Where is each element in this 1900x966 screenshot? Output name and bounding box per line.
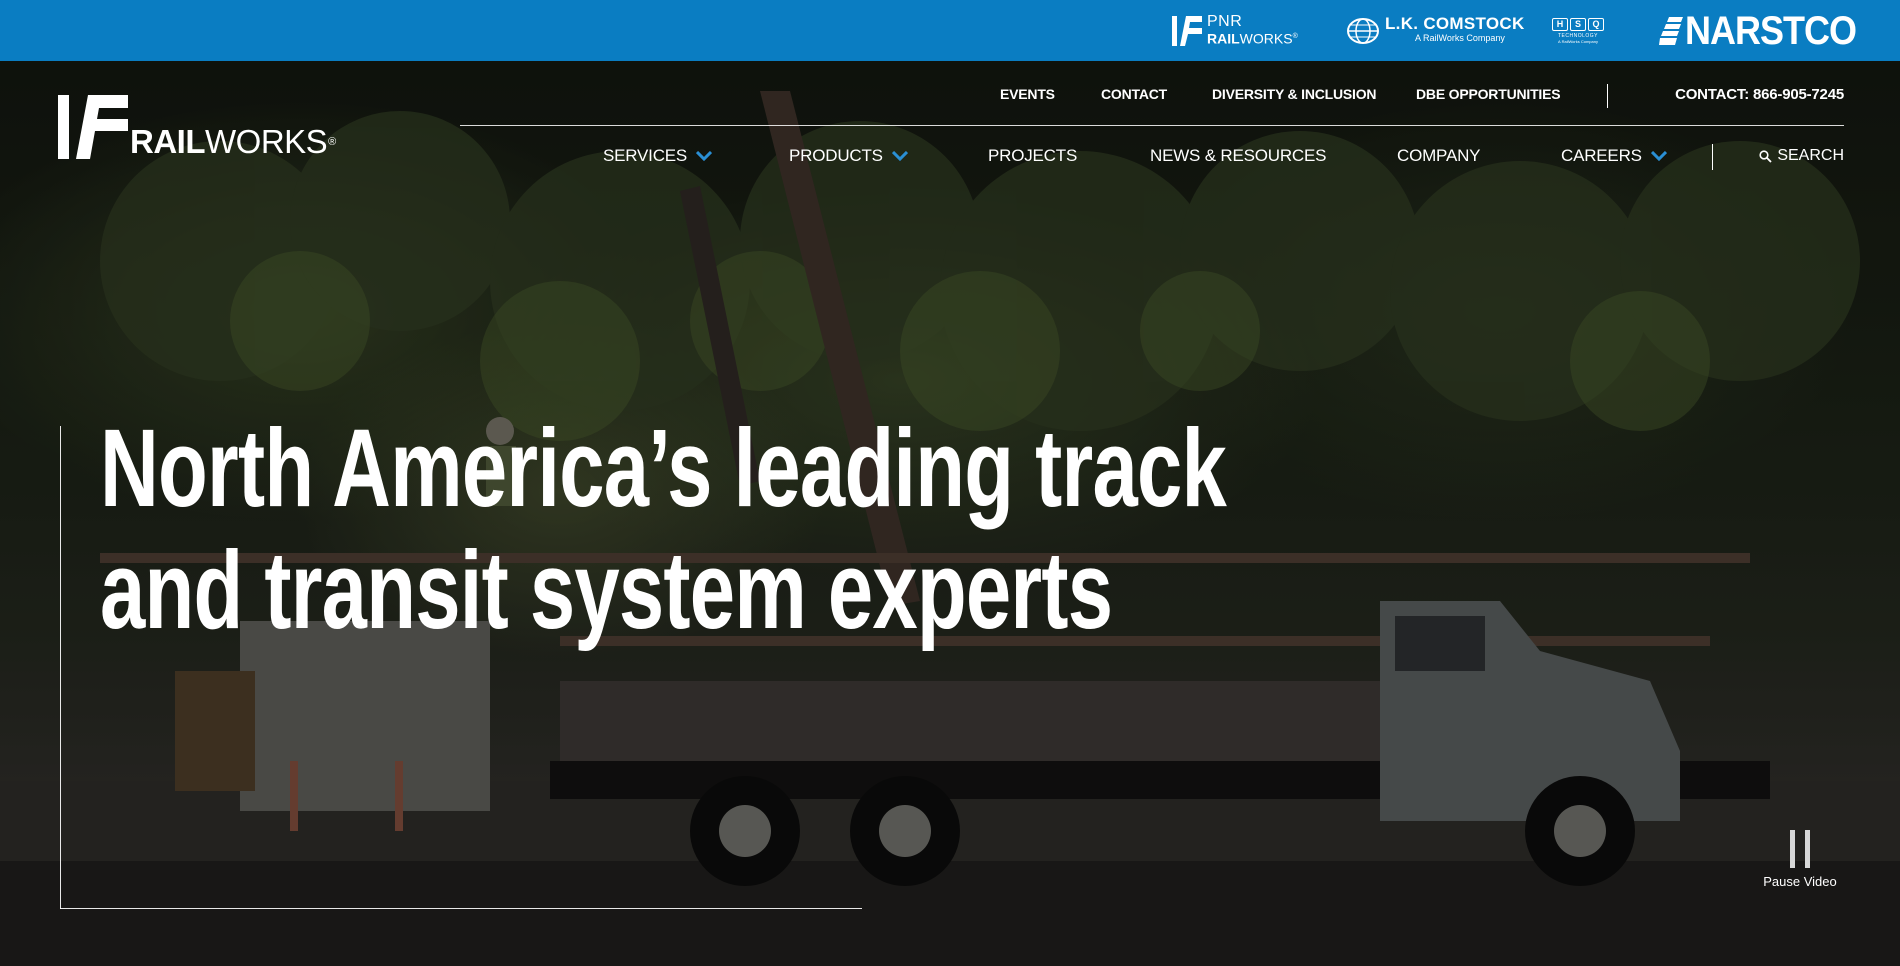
brand-link-pnr-railworks[interactable]: PNR RAILWORKS®: [1172, 0, 1298, 61]
narstco-stripes-icon: [1659, 16, 1683, 45]
nav-item-label: PROJECTS: [988, 146, 1078, 165]
pause-video-label: Pause Video: [1763, 874, 1837, 889]
search-label: SEARCH: [1777, 147, 1844, 164]
nav-item-projects[interactable]: PROJECTS: [988, 146, 1077, 166]
nav-item-careers[interactable]: CAREERS: [1561, 146, 1667, 166]
utility-link-dbe-opportunities[interactable]: DBE OPPORTUNITIES: [1416, 86, 1561, 102]
hero-headline-line-2: and transit system experts: [100, 529, 1113, 652]
pnr-bold-text: RAIL: [1207, 30, 1240, 47]
brand-link-lk-comstock[interactable]: L.K. COMSTOCK A RailWorks Company: [1347, 0, 1525, 61]
brand-bar: PNR RAILWORKS® L.K. COMSTOCK A RailWorks…: [0, 0, 1900, 61]
railworks-mark-icon: [1172, 15, 1202, 46]
utility-link-events[interactable]: EVENTS: [1000, 86, 1055, 102]
nav-item-label: PRODUCTS: [789, 146, 883, 165]
nav-item-services[interactable]: SERVICES: [603, 146, 713, 166]
globe-icon: [1347, 17, 1379, 44]
hsq-letter-h: H: [1552, 17, 1568, 31]
nav-item-label: NEWS & RESOURCES: [1150, 146, 1327, 165]
narstco-wordmark: NARSTCO: [1685, 7, 1857, 53]
lk-comstock-title: L.K. COMSTOCK: [1385, 13, 1525, 33]
hsq-subtitle: A RailWorks Company: [1558, 38, 1598, 44]
hero-frame-bottom: [60, 908, 862, 909]
nav-item-label: SERVICES: [603, 146, 688, 165]
chevron-down-icon: [1650, 151, 1667, 161]
railworks-logo[interactable]: RAILWORKS®: [58, 95, 336, 159]
railworks-mark-icon: [58, 95, 128, 159]
pnr-reg: ®: [1292, 33, 1298, 41]
logo-bold-text: RAIL: [130, 123, 206, 160]
nav-item-company[interactable]: COMPANY: [1397, 146, 1480, 166]
nav-item-label: COMPANY: [1397, 146, 1481, 165]
nav-item-products[interactable]: PRODUCTS: [789, 146, 908, 166]
chevron-down-icon: [891, 151, 908, 161]
nav-item-news-resources[interactable]: NEWS & RESOURCES: [1150, 146, 1326, 166]
hero-headline: North America’s leading track and transi…: [100, 407, 1227, 652]
brand-link-narstco[interactable]: NARSTCO: [1659, 0, 1857, 61]
nav-item-label: CAREERS: [1561, 146, 1642, 165]
brand-link-hsq-technology[interactable]: H S Q TECHNOLOGY A RailWorks Company: [1552, 0, 1604, 61]
hero-headline-line-1: North America’s leading track: [100, 407, 1227, 530]
contact-phone-link[interactable]: CONTACT: 866-905-7245: [1675, 86, 1844, 103]
nav-divider-line: [460, 125, 1844, 126]
pause-video-button[interactable]: Pause Video: [1762, 830, 1838, 889]
hsq-letter-q: Q: [1588, 17, 1604, 31]
nav-divider: [1712, 144, 1713, 170]
utility-link-diversity-inclusion[interactable]: DIVERSITY & INCLUSION: [1212, 86, 1377, 102]
logo-light-text: WORKS: [205, 123, 328, 160]
pnr-light-text: WORKS: [1239, 30, 1293, 47]
logo-reg-mark: ®: [328, 136, 336, 148]
utility-link-contact[interactable]: CONTACT: [1101, 86, 1167, 102]
pause-icon: [1790, 830, 1810, 868]
hero-frame-left: [60, 426, 61, 909]
lk-comstock-subtitle: A RailWorks Company: [1415, 32, 1505, 43]
search-icon: [1759, 149, 1772, 163]
utility-divider: [1607, 84, 1608, 108]
search-button[interactable]: SEARCH: [1759, 147, 1844, 165]
chevron-down-icon: [696, 151, 713, 161]
pnr-top-text: PNR: [1207, 13, 1243, 31]
hsq-letter-s: S: [1570, 17, 1586, 31]
